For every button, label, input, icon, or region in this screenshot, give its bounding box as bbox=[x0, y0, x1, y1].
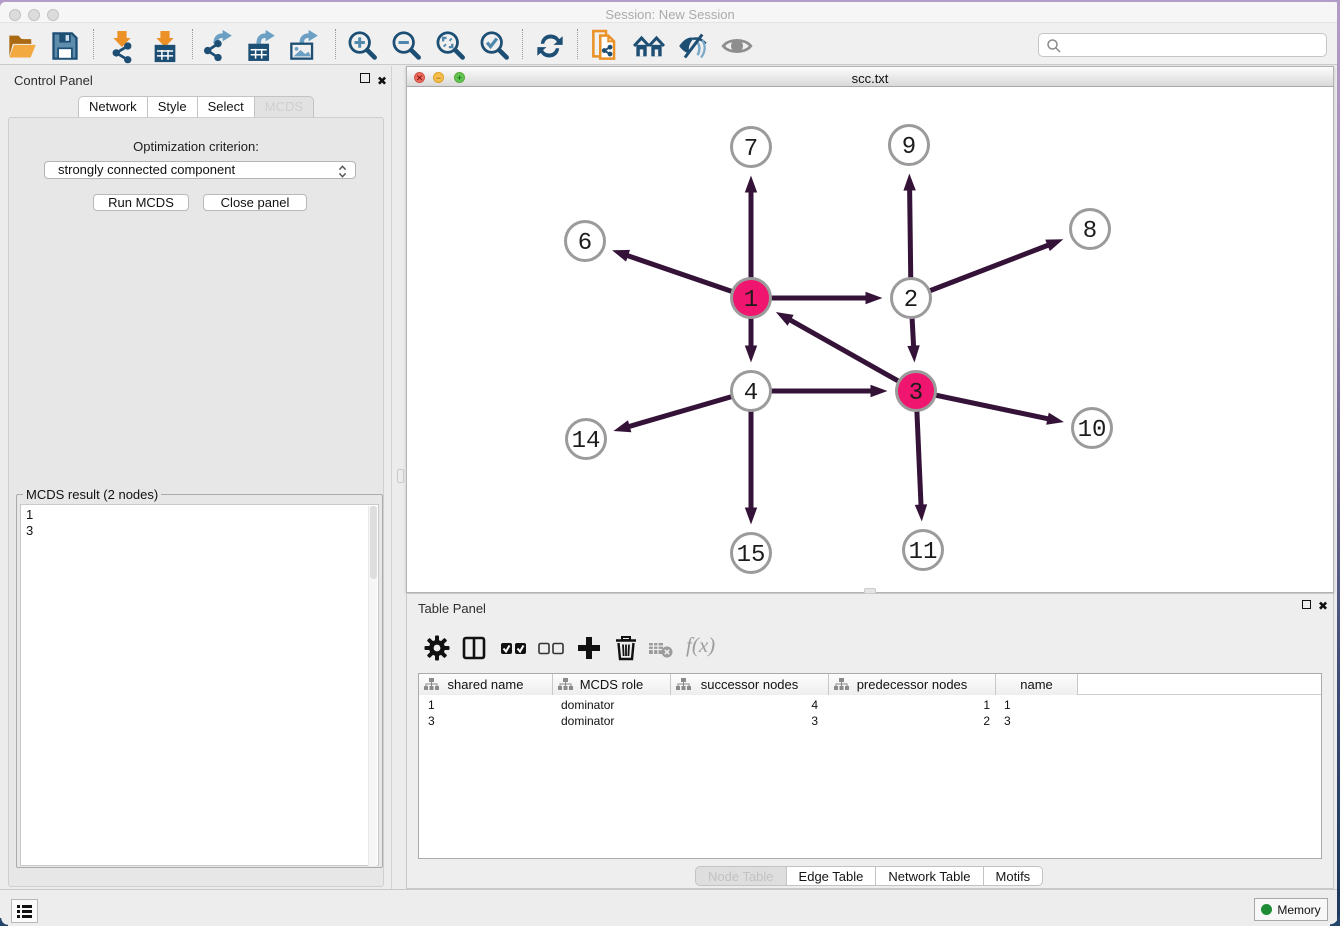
svg-text:1: 1 bbox=[744, 287, 758, 314]
svg-text:2: 2 bbox=[904, 287, 918, 314]
svg-text:15: 15 bbox=[737, 542, 766, 569]
svg-text:14: 14 bbox=[572, 428, 601, 455]
svg-text:3: 3 bbox=[909, 380, 923, 407]
svg-text:6: 6 bbox=[578, 230, 592, 257]
svg-text:8: 8 bbox=[1083, 218, 1097, 245]
svg-text:9: 9 bbox=[902, 134, 916, 161]
svg-text:7: 7 bbox=[744, 136, 758, 163]
svg-text:4: 4 bbox=[744, 380, 758, 407]
svg-text:11: 11 bbox=[909, 539, 938, 566]
svg-text:10: 10 bbox=[1078, 417, 1107, 444]
